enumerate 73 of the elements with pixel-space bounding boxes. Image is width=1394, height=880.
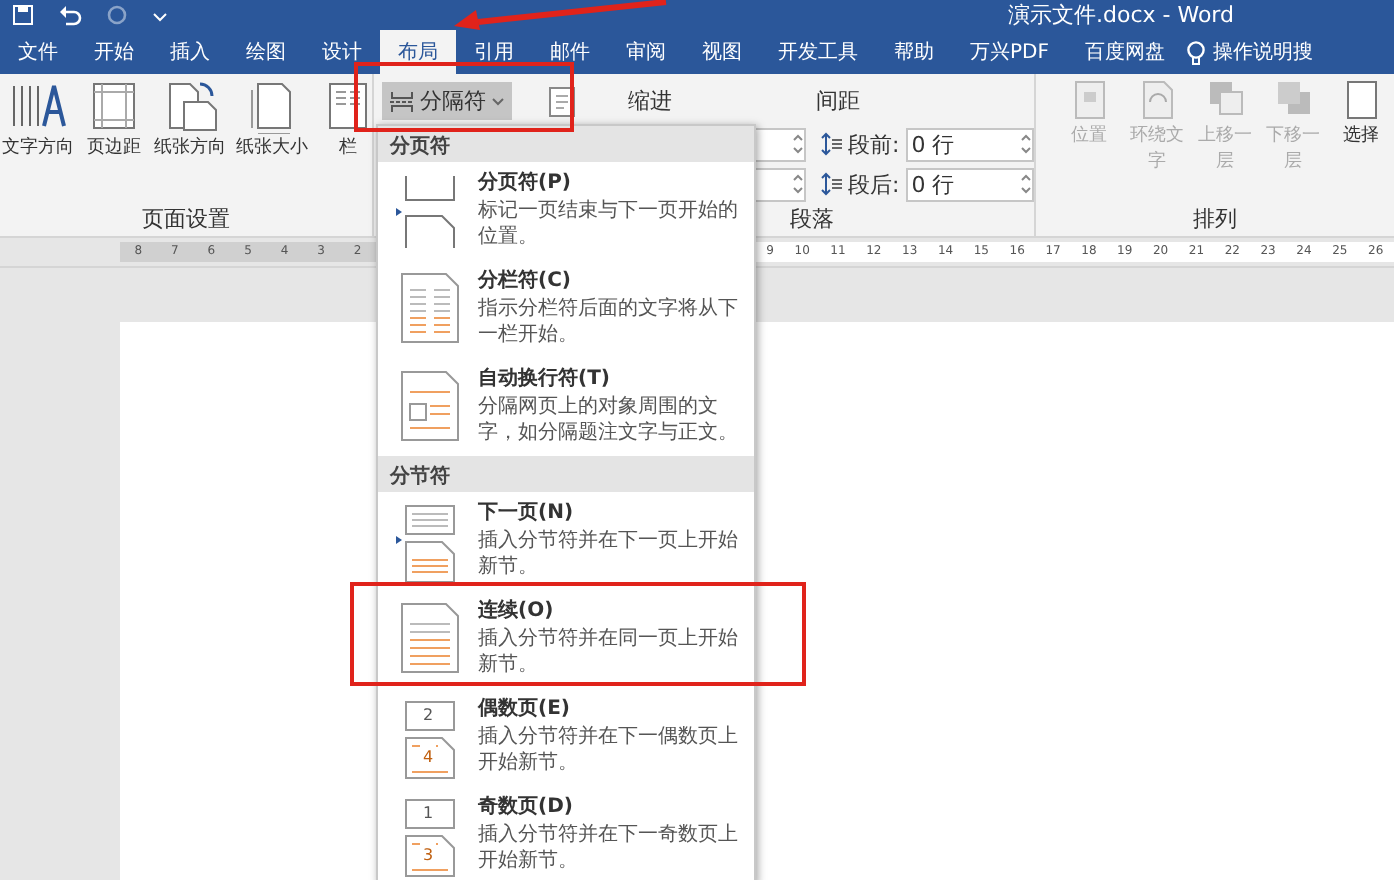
- ribbon-tab[interactable]: 审阅: [608, 30, 684, 74]
- page-number: 4: [422, 748, 434, 766]
- menu-item-description: 指示分栏符后面的文字将从下一栏开始。: [478, 296, 740, 348]
- field-value: 0 行: [911, 169, 955, 200]
- page-break-icon: [390, 89, 414, 114]
- menu-item-title: 自动换行符(T): [478, 365, 612, 392]
- ribbon-tab[interactable]: 帮助: [876, 30, 952, 74]
- line-spacing-icon: [820, 172, 842, 197]
- menu-section-heading: 分节符: [378, 456, 754, 492]
- ribbon-tab[interactable]: 视图: [684, 30, 760, 74]
- menu-item[interactable]: 分页符(P) 标记一页结束与下一页开始的位置。: [378, 162, 754, 260]
- line-spacing-icon: [820, 132, 842, 157]
- menu-item-description: 标记一页结束与下一页开始的位置。: [478, 198, 740, 250]
- spinner-icon[interactable]: [1019, 132, 1032, 157]
- page-number: 2: [422, 706, 434, 724]
- redo-icon[interactable]: [106, 4, 128, 26]
- group-label: 段落: [790, 204, 836, 236]
- menu-item-title: 分栏符(C): [478, 267, 573, 294]
- spacing-label: 段前:: [848, 129, 900, 160]
- menu-item[interactable]: 2 4 偶数页(E) 插入分节符并在下一偶数页上开始新节。: [378, 688, 754, 786]
- spacing-field[interactable]: 0 行: [905, 127, 1034, 162]
- indent-label: 缩进: [628, 86, 672, 117]
- ribbon-button[interactable]: 页边距: [82, 74, 146, 204]
- ribbon-tab[interactable]: 设计: [304, 30, 380, 74]
- menu-item-title: 连续(O): [478, 597, 556, 624]
- spinner-icon[interactable]: [792, 132, 804, 157]
- spinner-icon[interactable]: [1019, 172, 1032, 197]
- menu-item-description: 插入分节符并在下一奇数页上开始新节。: [478, 822, 740, 874]
- ribbon-tab[interactable]: 百度网盘: [1066, 30, 1183, 74]
- lightbulb-icon: [1186, 39, 1207, 65]
- menu-item[interactable]: 连续(O) 插入分节符并在同一页上开始新节。: [378, 590, 754, 688]
- menu-item[interactable]: 1 3 奇数页(D) 插入分节符并在下一奇数页上开始新节。: [378, 786, 754, 880]
- ribbon-button[interactable]: 纸张大小: [234, 74, 310, 204]
- save-icon[interactable]: [12, 4, 34, 26]
- ribbon-tab[interactable]: 万兴PDF: [952, 30, 1067, 74]
- menu-item-description: 分隔网页上的对象周围的文字，如分隔题注文字与正文。: [478, 394, 740, 446]
- page-number: 3: [422, 846, 434, 864]
- menu-section-heading: 分页符: [378, 126, 754, 162]
- ribbon-tab[interactable]: 开发工具: [760, 30, 876, 74]
- ribbon-button[interactable]: 选择: [1328, 74, 1394, 204]
- menu-item-title: 下一页(N): [478, 500, 576, 526]
- undo-icon[interactable]: [58, 4, 82, 26]
- ribbon-tab[interactable]: 邮件: [532, 30, 608, 74]
- menu-item[interactable]: 下一页(N) 插入分节符并在下一页上开始新节。: [378, 492, 754, 590]
- tell-me-search[interactable]: 操作说明搜: [1212, 38, 1313, 66]
- group-label: 页面设置: [140, 204, 232, 236]
- ribbon-tab[interactable]: 文件: [0, 30, 76, 74]
- menu-item-title: 偶数页(E): [478, 695, 572, 722]
- menu-item-title: 分页符(P): [478, 169, 573, 196]
- menu-item-title: 奇数页(D): [478, 793, 575, 820]
- page-number: 1: [422, 804, 434, 822]
- ribbon-tab[interactable]: 布局: [380, 30, 456, 74]
- menu-item-description: 插入分节符并在同一页上开始新节。: [478, 626, 740, 678]
- spinner-icon[interactable]: [792, 172, 804, 197]
- ribbon-button[interactable]: 文字方向: [0, 74, 76, 204]
- menu-item[interactable]: 自动换行符(T) 分隔网页上的对象周围的文字，如分隔题注文字与正文。: [378, 358, 754, 456]
- spacing-field[interactable]: 0 行: [905, 167, 1034, 202]
- spacing-label: 段后:: [848, 169, 900, 200]
- group-label: 排列: [1191, 204, 1239, 236]
- ribbon-tab[interactable]: 绘图: [228, 30, 304, 74]
- spacing-label: 间距: [816, 86, 860, 117]
- menu-item-description: 插入分节符并在下一偶数页上开始新节。: [478, 724, 740, 776]
- pages-icon: [405, 701, 455, 779]
- ribbon-tab[interactable]: 开始: [76, 30, 152, 74]
- field-value: 0 行: [911, 129, 955, 160]
- breaks-button[interactable]: 分隔符: [382, 82, 512, 121]
- menu-item-description: 插入分节符并在下一页上开始新节。: [478, 528, 740, 580]
- ribbon-tab[interactable]: 插入: [152, 30, 228, 74]
- ribbon-button[interactable]: 纸张方向: [152, 74, 228, 204]
- caret-icon: [492, 97, 504, 106]
- window-title: 演示文件.docx - Word: [1007, 0, 1234, 30]
- ribbon-tab[interactable]: 引用: [456, 30, 532, 74]
- menu-item[interactable]: 分栏符(C) 指示分栏符后面的文字将从下一栏开始。: [378, 260, 754, 358]
